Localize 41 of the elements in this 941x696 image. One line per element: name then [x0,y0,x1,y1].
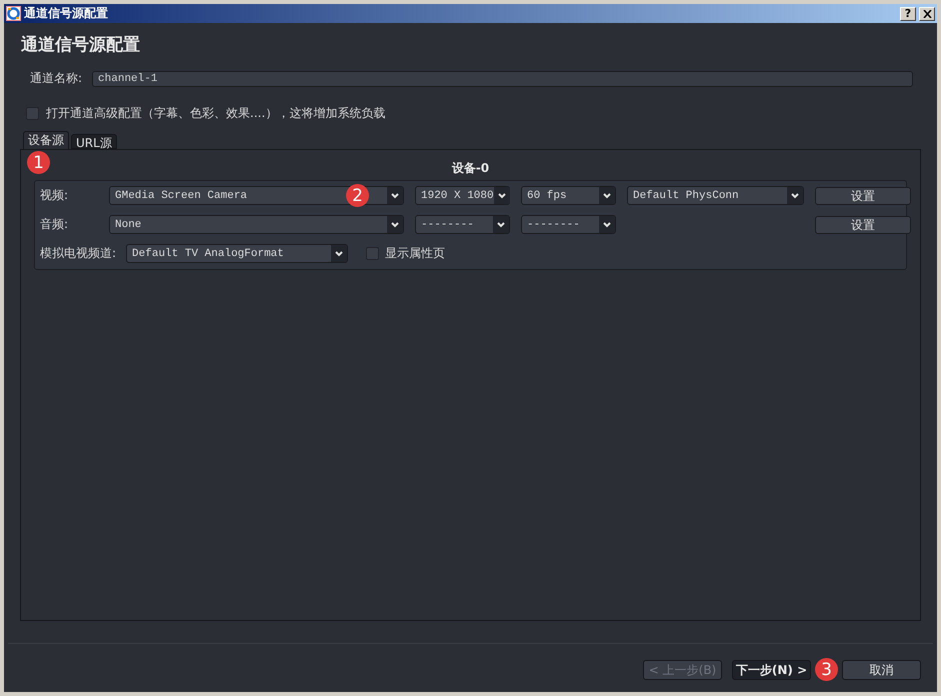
footer-button[interactable]: 下一步(N) > [732,660,811,680]
checkbox-label: 打开通道高级配置（字幕、色彩、效果....），这将增加系统负载 [46,105,386,122]
help-button[interactable]: ? [900,6,916,20]
dropdown[interactable]: -------- [415,215,510,234]
dropdown[interactable]: -------- [521,215,616,234]
settings-button[interactable]: 设置 [815,186,911,204]
dropdown[interactable]: GMedia Screen Camera 2 [109,186,404,205]
dropdown[interactable]: None [109,215,404,234]
footer-button[interactable]: 取消 [842,660,921,680]
window-title: 通道信号源配置 [24,5,109,22]
dropdown[interactable]: Default TV AnalogFormat [126,244,348,263]
field-label: 通道名称: [30,70,82,87]
dropdown[interactable]: Default PhysConn [627,186,804,205]
chevron-down-icon [493,216,509,233]
group-title: 设备-0 [452,160,490,177]
chevron-down-icon [599,187,615,204]
chevron-down-icon [494,187,510,204]
checkbox[interactable] [366,247,380,260]
dropdown[interactable]: 1920 X 1080 [415,186,510,205]
chevron-down-icon [387,187,403,204]
channel-name-field[interactable]: channel-1 [92,70,913,86]
checkbox-label: 显示属性页 [385,245,446,262]
tab[interactable]: URL源 [71,134,117,149]
field-label: 模拟电视频道: [40,245,116,262]
checkbox[interactable] [26,107,39,120]
close-icon [922,10,932,18]
dialog-heading: 通道信号源配置 [21,34,141,56]
close-button[interactable] [919,6,935,20]
tab[interactable]: 设备源 [23,131,69,149]
callout-badge: 1 [27,151,50,174]
callout-badge: 3 [815,658,838,681]
field-label: 视频: [40,187,70,204]
chevron-down-icon [599,216,615,233]
chevron-down-icon [787,187,803,204]
callout-badge: 2 [346,184,369,207]
field-label: 音频: [40,216,70,233]
settings-button[interactable]: 设置 [815,216,911,234]
chevron-down-icon [331,245,348,262]
chevron-down-icon [387,216,403,233]
dropdown[interactable]: 60 fps [521,186,616,205]
app-logo-icon [6,6,21,21]
